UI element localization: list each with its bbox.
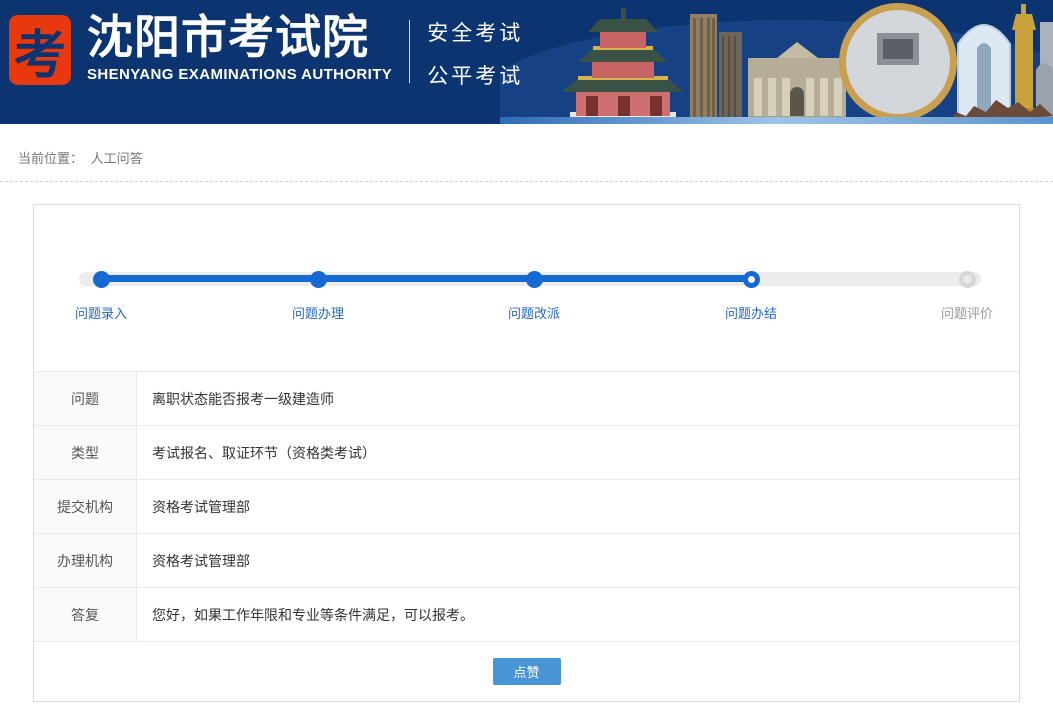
step-label: 问题办结	[725, 303, 777, 322]
step-label: 问题录入	[75, 303, 127, 322]
header-divider	[409, 20, 410, 83]
table-row-submit-org: 提交机构 资格考试管理部	[34, 480, 1019, 534]
qa-detail-table: 问题 离职状态能否报考一级建造师 类型 考试报名、取证环节（资格类考试） 提交机…	[34, 371, 1019, 642]
stepper-step-3: 问题改派	[508, 271, 560, 322]
table-row-question: 问题 离职状态能否报考一级建造师	[34, 372, 1019, 426]
table-row-reply: 答复 您好，如果工作年限和专业等条件满足，可以报考。	[34, 588, 1019, 642]
site-logo-seal-icon[interactable]: 考	[9, 15, 71, 85]
breadcrumb-prefix: 当前位置：	[18, 151, 83, 166]
step-label: 问题办理	[292, 303, 344, 322]
progress-stepper: 问题录入 问题办理 问题改派 问题办结 问题评价	[34, 205, 1019, 371]
site-title-block: 沈阳市考试院 SHENYANG EXAMINATIONS AUTHORITY	[87, 13, 392, 83]
step-label: 问题评价	[941, 303, 993, 322]
city-landmarks-illustration	[500, 0, 1053, 124]
row-label: 类型	[34, 426, 137, 479]
site-subtitle: SHENYANG EXAMINATIONS AUTHORITY	[87, 66, 392, 83]
table-row-handle-org: 办理机构 资格考试管理部	[34, 534, 1019, 588]
step-dot-icon	[92, 271, 109, 288]
like-button[interactable]: 点赞	[493, 658, 561, 685]
slogan-line-2: 公平考试	[427, 60, 523, 90]
row-label: 提交机构	[34, 480, 137, 533]
row-value: 资格考试管理部	[137, 534, 1019, 587]
step-dot-icon	[525, 271, 542, 288]
breadcrumb-current: 人工问答	[91, 151, 143, 166]
actions-bar: 点赞	[34, 642, 1019, 701]
row-label: 答复	[34, 588, 137, 641]
step-label: 问题改派	[508, 303, 560, 322]
row-value: 考试报名、取证环节（资格类考试）	[137, 426, 1019, 479]
breadcrumb: 当前位置： 人工问答	[0, 124, 1053, 182]
table-row-type: 类型 考试报名、取证环节（资格类考试）	[34, 426, 1019, 480]
qa-detail-panel: 问题录入 问题办理 问题改派 问题办结 问题评价 问题 离职状态能否报考一级建造…	[33, 204, 1020, 702]
row-value: 离职状态能否报考一级建造师	[137, 372, 1019, 425]
site-title: 沈阳市考试院	[87, 13, 392, 61]
stepper-step-5: 问题评价	[941, 271, 993, 322]
slogan-line-1: 安全考试	[427, 17, 523, 47]
stepper-step-4: 问题办结	[725, 271, 777, 322]
stepper-step-2: 问题办理	[292, 271, 344, 322]
step-dot-icon	[742, 271, 759, 288]
header-slogan: 安全考试 公平考试	[427, 17, 523, 90]
row-value: 您好，如果工作年限和专业等条件满足，可以报考。	[137, 588, 1019, 641]
stepper-step-1: 问题录入	[75, 271, 127, 322]
step-dot-icon	[958, 271, 975, 288]
row-label: 问题	[34, 372, 137, 425]
stepper-progress-bar	[101, 275, 751, 282]
row-label: 办理机构	[34, 534, 137, 587]
row-value: 资格考试管理部	[137, 480, 1019, 533]
site-header: 考 沈阳市考试院 SHENYANG EXAMINATIONS AUTHORITY…	[0, 0, 1053, 124]
step-dot-icon	[309, 271, 326, 288]
